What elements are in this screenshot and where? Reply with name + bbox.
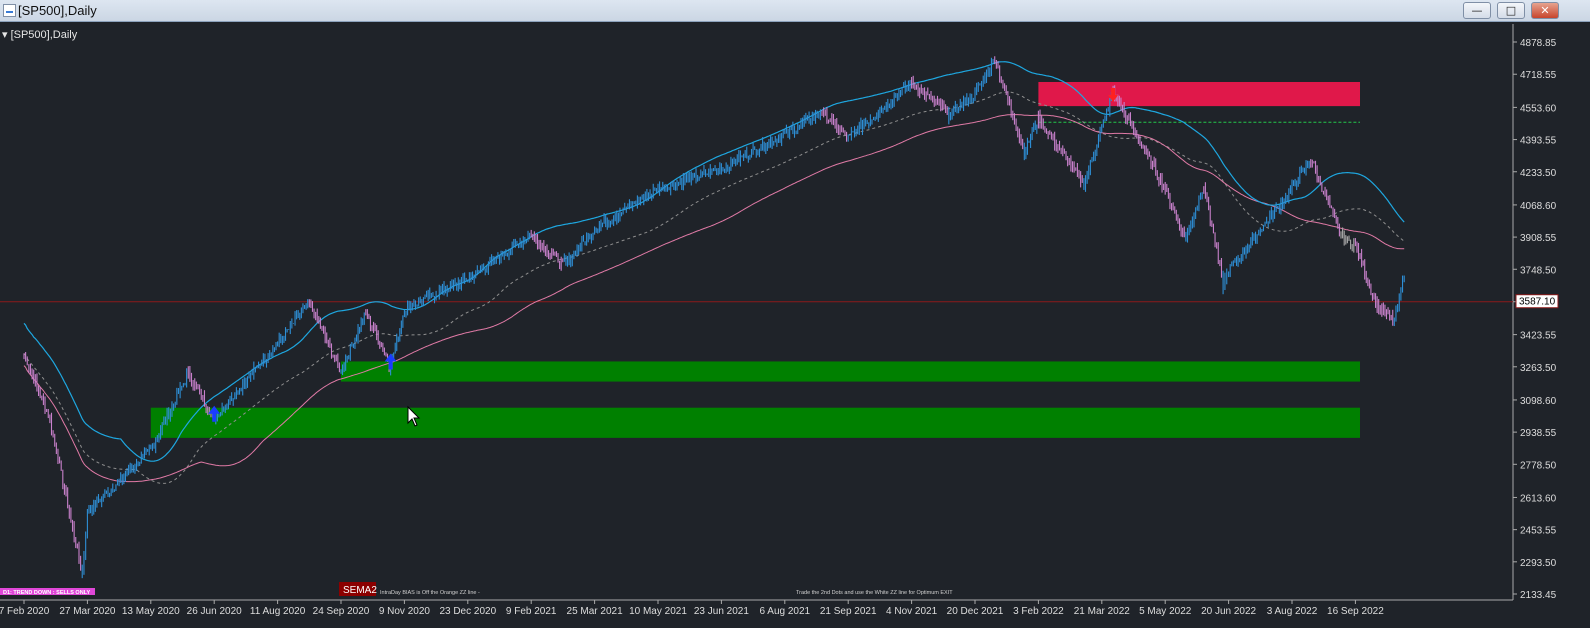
demand-zone: [341, 361, 1360, 382]
maximize-button[interactable]: □: [1497, 2, 1525, 19]
price-chart[interactable]: 4878.85 4718.55 4553.60 4393.55 4233.50 4068.…: [0, 24, 1590, 628]
demand-zone: [150, 407, 1360, 438]
time-tick-label: 4 Nov 2021: [886, 606, 938, 617]
time-tick-label: 9 Feb 2021: [506, 606, 557, 617]
price-tick-label: 4068.60: [1520, 201, 1557, 212]
price-tick-label: 4233.50: [1520, 168, 1557, 179]
time-tick-label: 23 Jun 2021: [694, 606, 749, 617]
time-tick-label: 20 Dec 2021: [947, 606, 1004, 617]
price-tick-label: 3908.55: [1520, 233, 1557, 244]
price-tick-label: 2293.50: [1520, 558, 1557, 569]
time-tick-label: 6 Aug 2021: [759, 606, 810, 617]
time-tick-label: 5 May 2022: [1139, 606, 1192, 617]
supply-zone: [1038, 81, 1360, 107]
current-price-tag: 3587.10: [1515, 294, 1559, 309]
chart-symbol-label[interactable]: ▾ [SP500],Daily: [2, 28, 77, 41]
time-tick-label: 20 Jun 2022: [1201, 606, 1256, 617]
price-tick-label: 3423.55: [1520, 331, 1557, 342]
time-tick-label: 11 Aug 2020: [250, 606, 306, 617]
time-tick-label: 27 Mar 2020: [59, 606, 116, 617]
price-tick-label: 2938.55: [1520, 428, 1557, 439]
window-title: [SP500],Daily: [18, 3, 97, 18]
time-tick-label: 24 Sep 2020: [313, 606, 370, 617]
price-tick-label: 3748.50: [1520, 265, 1557, 276]
time-tick-label: 26 Jun 2020: [187, 606, 242, 617]
time-tick-label: 9 Nov 2020: [379, 606, 431, 617]
time-tick-label: 3 Aug 2022: [1267, 606, 1318, 617]
price-tick-label: 2133.45: [1520, 590, 1557, 601]
time-tick-label: 10 May 2021: [629, 606, 687, 617]
chart-symbol-text: [SP500],Daily: [10, 29, 78, 41]
sema-label: SEMA2: [343, 585, 377, 596]
price-tick-label: 4553.60: [1520, 103, 1557, 114]
chart-area[interactable]: 4878.85 4718.55 4553.60 4393.55 4233.50 4068.…: [0, 24, 1590, 628]
time-tick-label: 21 Sep 2021: [820, 606, 877, 617]
time-tick-label: 21 Mar 2022: [1074, 606, 1131, 617]
trend-badge: D1: TREND DOWN : SELLS ONLY: [0, 588, 95, 596]
price-tick-label: 2453.55: [1520, 526, 1557, 537]
window-titlebar: [SP500],Daily — □ ✕: [0, 0, 1590, 22]
price-tick-label: 3263.50: [1520, 363, 1557, 374]
time-tick-label: 3 Feb 2022: [1013, 606, 1064, 617]
chart-background: [0, 24, 1590, 628]
time-tick-label: 16 Sep 2022: [1327, 606, 1384, 617]
price-tick-label: 2613.60: [1520, 493, 1557, 504]
current-price-label: 3587.10: [1519, 297, 1556, 308]
price-tick-label: 4393.55: [1520, 136, 1557, 147]
minimize-button[interactable]: —: [1463, 2, 1491, 19]
time-tick-label: 23 Dec 2020: [439, 606, 496, 617]
close-button[interactable]: ✕: [1531, 2, 1559, 19]
price-tick-label: 4878.85: [1520, 38, 1557, 49]
sema-badge: SEMA2: [339, 582, 377, 596]
exit-strategy-note: Trade the 2nd Dots and use the White ZZ …: [796, 590, 953, 596]
time-tick-label: 25 Mar 2021: [567, 606, 624, 617]
time-tick-label: 7 Feb 2020: [0, 606, 50, 617]
price-tick-label: 3098.60: [1520, 396, 1557, 407]
intraday-bias-note: IntraDay BIAS is Off the Orange ZZ line …: [380, 590, 480, 596]
trend-badge-text: D1: TREND DOWN : SELLS ONLY: [3, 590, 91, 596]
app-window-icon: [3, 4, 16, 17]
price-tick-label: 2778.50: [1520, 460, 1557, 471]
price-tick-label: 4718.55: [1520, 70, 1557, 81]
time-tick-label: 13 May 2020: [122, 606, 180, 617]
